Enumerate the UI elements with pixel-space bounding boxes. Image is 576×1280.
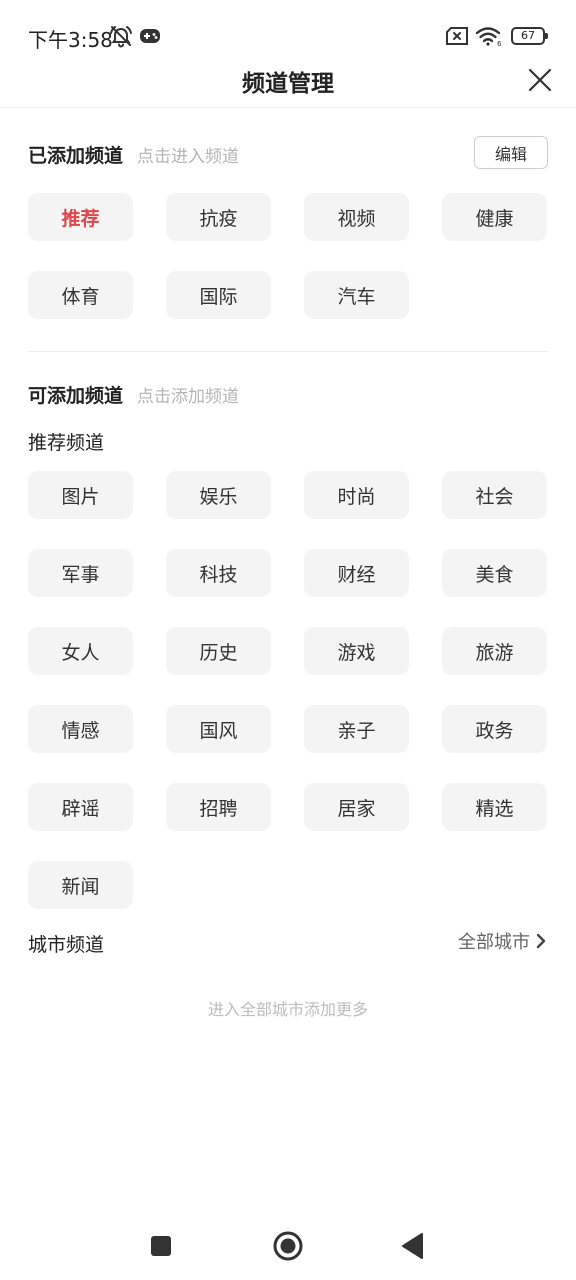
added-channel-chip[interactable]: 视频 (304, 193, 409, 241)
wifi-icon: 6 (474, 22, 504, 50)
recent-apps-button[interactable] (143, 1228, 179, 1264)
chevron-right-icon (536, 933, 546, 949)
sim-off-icon (444, 22, 470, 50)
home-button[interactable] (270, 1228, 306, 1264)
added-channel-chip[interactable]: 国际 (166, 271, 271, 319)
available-section-head: 可添加频道 点击添加频道 (28, 381, 239, 408)
recommended-channel-chip[interactable]: 科技 (166, 549, 271, 597)
recommended-channel-chip[interactable]: 旅游 (442, 627, 547, 675)
recommended-channel-chip[interactable]: 图片 (28, 471, 133, 519)
recent-apps-icon (151, 1236, 171, 1256)
recommended-channel-chip[interactable]: 辟谣 (28, 783, 133, 831)
added-channel-chip[interactable]: 推荐 (28, 193, 133, 241)
status-time: 下午3:58 (28, 28, 113, 52)
home-icon (273, 1231, 303, 1261)
added-channel-chip[interactable]: 汽车 (304, 271, 409, 319)
recommended-channel-chip[interactable]: 财经 (304, 549, 409, 597)
battery-level: 67 (511, 27, 548, 45)
back-button[interactable] (394, 1228, 430, 1264)
recommended-channel-chip[interactable]: 情感 (28, 705, 133, 753)
city-hint: 进入全部城市添加更多 (207, 1000, 368, 1019)
added-section-title: 已添加频道 (28, 145, 124, 167)
added-channel-chip[interactable]: 抗疫 (166, 193, 271, 241)
recommended-channel-chip[interactable]: 亲子 (304, 705, 409, 753)
navigation-bar (0, 1218, 576, 1274)
recommended-channel-chip[interactable]: 社会 (442, 471, 547, 519)
recommended-channels-title: 推荐频道 (28, 432, 105, 454)
battery-icon: 67 (508, 22, 548, 50)
bell-mute-icon (108, 22, 134, 50)
close-icon (528, 68, 552, 92)
recommended-channel-chip[interactable]: 新闻 (28, 861, 133, 909)
header: 频道管理 (0, 56, 576, 108)
recommended-channel-chip[interactable]: 女人 (28, 627, 133, 675)
recommended-channel-grid: 图片 娱乐 时尚 社会军事 科技 财经 美食女人 历史 游戏 旅游情感 国风 亲子 政务辟谣 招聘 居家 精选… (28, 471, 548, 909)
recommended-channel-chip[interactable]: 招聘 (166, 783, 271, 831)
added-channel-chip[interactable]: 体育 (28, 271, 133, 319)
all-cities-link[interactable]: 全部城市 (458, 928, 546, 954)
close-button[interactable] (524, 64, 556, 96)
all-cities-label: 全部城市 (458, 932, 530, 953)
recommended-channel-chip[interactable]: 精选 (442, 783, 547, 831)
svg-text:6: 6 (497, 40, 502, 47)
recommended-channel-chip[interactable]: 时尚 (304, 471, 409, 519)
available-section-title: 可添加频道 (28, 385, 124, 407)
recommended-channel-chip[interactable]: 美食 (442, 549, 547, 597)
recommended-channel-chip[interactable]: 军事 (28, 549, 133, 597)
recommended-channel-chip[interactable]: 游戏 (304, 627, 409, 675)
recommended-channel-chip[interactable]: 居家 (304, 783, 409, 831)
available-section-hint: 点击添加频道 (137, 387, 240, 407)
recommended-channel-chip[interactable]: 国风 (166, 705, 271, 753)
section-divider (28, 351, 548, 352)
recommended-channel-chip[interactable]: 政务 (442, 705, 547, 753)
added-section-head: 已添加频道 点击进入频道 (28, 141, 239, 168)
added-section-hint: 点击进入频道 (137, 147, 240, 167)
edit-button[interactable]: 编辑 (474, 136, 548, 169)
added-channel-grid: 推荐 抗疫 视频 健康体育 国际 汽车 (28, 193, 548, 319)
added-channel-chip[interactable]: 健康 (442, 193, 547, 241)
recommended-channel-chip[interactable]: 娱乐 (166, 471, 271, 519)
page-title: 频道管理 (242, 71, 334, 97)
game-icon (138, 22, 162, 50)
back-icon (402, 1233, 423, 1259)
city-channels-title: 城市频道 (28, 934, 105, 956)
recommended-channel-chip[interactable]: 历史 (166, 627, 271, 675)
